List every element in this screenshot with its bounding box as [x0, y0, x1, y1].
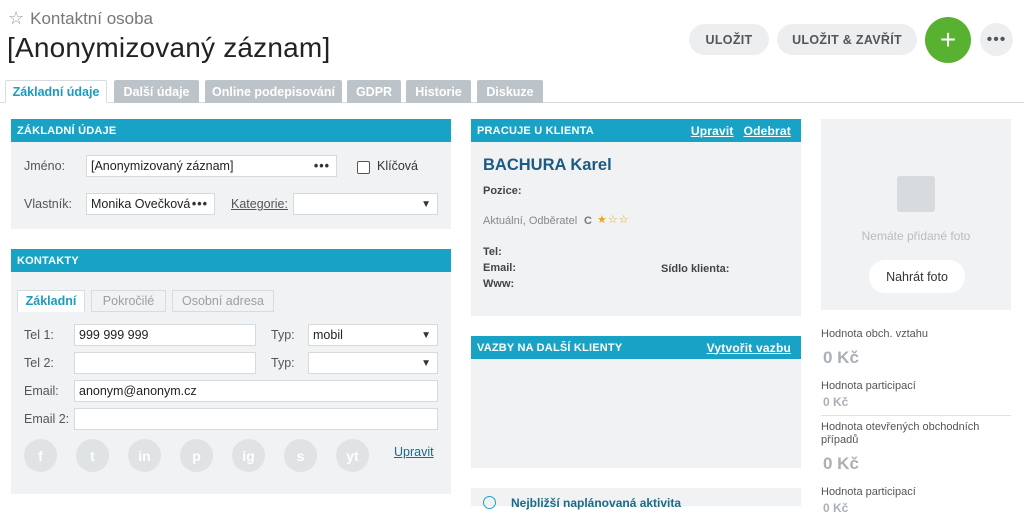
tab-online-podepisovani[interactable]: Online podepisování — [205, 80, 342, 103]
tel1-input[interactable]: 999 999 999 — [74, 324, 256, 346]
key-contact-checkbox[interactable] — [357, 161, 370, 174]
name-value: [Anonymizovaný záznam] — [91, 159, 234, 173]
relations-heading: VAZBY NA DALŠÍ KLIENTY Vytvořit vazbu — [471, 336, 801, 359]
client-grade: C — [584, 215, 592, 227]
chevron-down-icon: ▼ — [421, 329, 431, 341]
instagram-icon[interactable]: ig — [232, 439, 265, 472]
tel2-input[interactable] — [74, 352, 256, 374]
contacts-heading: KONTAKTY — [11, 249, 451, 272]
client-www-label: Www: — [483, 278, 515, 290]
subtab-osobni-adresa[interactable]: Osobní adresa — [172, 290, 274, 312]
tel1-type-select[interactable]: mobil ▼ — [308, 324, 438, 346]
twitter-icon[interactable]: t — [76, 439, 109, 472]
more-dots-icon: ••• — [986, 30, 1007, 48]
client-heading: PRACUJE U KLIENTA Upravit Odebrat — [471, 119, 801, 142]
stat-participation-label: Hodnota participací — [821, 380, 916, 392]
favorite-star-icon[interactable]: ☆ — [8, 8, 24, 29]
upload-photo-button[interactable]: Nahrát foto — [869, 260, 965, 293]
pinterest-icon[interactable]: p — [180, 439, 213, 472]
next-activity-panel[interactable]: Nejbližší naplánovaná aktivita — [471, 488, 801, 510]
tab-historie[interactable]: Historie — [406, 80, 471, 103]
no-photo-text: Nemáte přidané foto — [861, 229, 971, 243]
client-heading-text: PRACUJE U KLIENTA — [477, 124, 594, 137]
tab-zakladni-udaje[interactable]: Základní údaje — [5, 80, 107, 103]
owner-value: Monika Ovečková — [91, 197, 191, 211]
position-label: Pozice: — [483, 185, 522, 197]
relations-heading-text: VAZBY NA DALŠÍ KLIENTY — [477, 341, 623, 354]
next-activity-label: Nejbližší naplánovaná aktivita — [511, 496, 682, 510]
client-edit-link[interactable]: Upravit — [691, 124, 734, 138]
stat-relationship-label: Hodnota obch. vztahu — [821, 328, 929, 340]
tel2-label: Tel 2: — [24, 356, 54, 370]
stats-divider — [821, 415, 1011, 416]
info-icon — [483, 496, 496, 509]
client-remove-link[interactable]: Odebrat — [744, 124, 791, 138]
chevron-down-icon: ▼ — [421, 357, 431, 369]
tel2-type-label: Typ: — [271, 356, 295, 370]
relations-panel: VAZBY NA DALŠÍ KLIENTY Vytvořit vazbu — [471, 336, 801, 468]
tab-gdpr[interactable]: GDPR — [347, 80, 401, 103]
client-tel-label: Tel: — [483, 246, 502, 258]
key-contact-label: Klíčová — [377, 159, 418, 173]
tel1-type-label: Typ: — [271, 328, 295, 342]
tel1-value: 999 999 999 — [79, 328, 149, 342]
name-label: Jméno: — [24, 159, 65, 173]
create-relation-link[interactable]: Vytvořit vazbu — [707, 341, 791, 355]
add-button[interactable]: + — [925, 17, 971, 63]
save-close-button[interactable]: ULOŽIT & ZAVŘÍT — [777, 24, 917, 55]
client-email-label: Email: — [483, 262, 517, 274]
contacts-heading-text: KONTAKTY — [17, 254, 79, 267]
stat-participation-value: 0 Kč — [823, 395, 849, 409]
social-edit-link[interactable]: Upravit — [394, 445, 434, 459]
subtab-zakladni[interactable]: Základní — [17, 290, 85, 312]
basic-info-heading: ZÁKLADNÍ ÚDAJE — [11, 119, 451, 142]
image-placeholder-icon — [897, 176, 935, 212]
facebook-icon[interactable]: f — [24, 439, 57, 472]
entity-type-label: Kontaktní osoba — [30, 8, 154, 28]
tab-diskuze[interactable]: Diskuze — [477, 80, 543, 103]
skype-icon[interactable]: s — [284, 439, 317, 472]
stat-participation2-value: 0 Kč — [823, 501, 849, 515]
more-button[interactable]: ••• — [980, 23, 1013, 56]
email-label: Email: — [24, 384, 59, 398]
stat-open-deals-value: 0 Kč — [823, 454, 859, 473]
client-name[interactable]: BACHURA Karel — [483, 156, 612, 175]
chevron-down-icon: ▼ — [421, 198, 431, 210]
basic-info-heading-text: ZÁKLADNÍ ÚDAJE — [17, 124, 117, 137]
email2-label: Email 2: — [24, 412, 70, 426]
category-label[interactable]: Kategorie: — [231, 197, 288, 211]
name-input[interactable]: [Anonymizovaný záznam] ••• — [86, 155, 337, 177]
name-more-icon[interactable]: ••• — [314, 159, 336, 173]
linkedin-icon[interactable]: in — [128, 439, 161, 472]
stat-open-deals-label: Hodnota otevřených obchodních případů — [821, 421, 980, 446]
client-seat-label: Sídlo klienta: — [661, 263, 730, 275]
photo-panel: Nemáte přidané foto Nahrát foto — [821, 119, 1011, 310]
owner-input[interactable]: Monika Ovečková ••• — [86, 193, 215, 215]
stat-relationship-value: 0 Kč — [823, 348, 859, 367]
save-button[interactable]: ULOŽIT — [689, 24, 769, 55]
client-status: Aktuální, Odběratel — [483, 215, 578, 227]
tel2-type-select[interactable]: ▼ — [308, 352, 438, 374]
email-input[interactable]: anonym@anonym.cz — [74, 380, 438, 402]
subtab-pokrocile[interactable]: Pokročilé — [91, 290, 166, 312]
entity-type: ☆ Kontaktní osoba — [8, 8, 153, 29]
stat-participation2-label: Hodnota participací — [821, 486, 916, 498]
owner-more-icon[interactable]: ••• — [192, 197, 214, 211]
category-select[interactable]: ▼ — [293, 193, 438, 215]
email-value: anonym@anonym.cz — [79, 384, 197, 398]
email2-input[interactable] — [74, 408, 438, 430]
tel1-type-value: mobil — [313, 328, 343, 342]
page-title: [Anonymizovaný záznam] — [7, 32, 331, 63]
youtube-icon[interactable]: yt — [336, 439, 369, 472]
plus-icon: + — [939, 24, 957, 55]
tel1-label: Tel 1: — [24, 328, 54, 342]
tab-dalsi-udaje[interactable]: Další údaje — [114, 80, 199, 103]
owner-label: Vlastník: — [24, 197, 72, 211]
rating-stars-icon: ★☆☆ — [597, 214, 630, 226]
